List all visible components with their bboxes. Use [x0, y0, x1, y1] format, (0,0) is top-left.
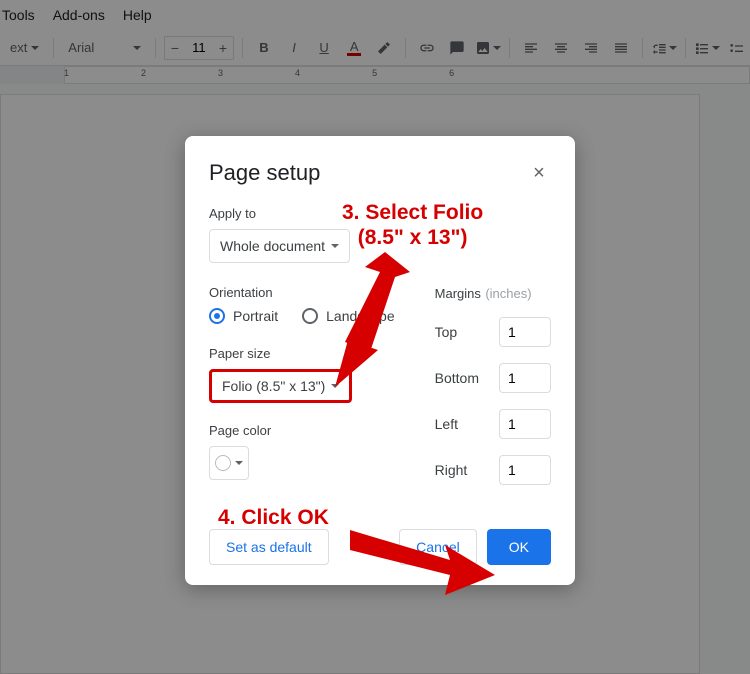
margin-bottom-label: Bottom	[435, 370, 479, 386]
paper-size-dropdown[interactable]: Folio (8.5" x 13")	[209, 369, 352, 403]
caret-icon	[331, 384, 339, 388]
margin-top-label: Top	[435, 324, 458, 340]
page-color-dropdown[interactable]	[209, 446, 249, 480]
ok-button[interactable]: OK	[487, 529, 551, 565]
portrait-radio[interactable]: Portrait	[209, 308, 278, 324]
orientation-label: Orientation	[209, 285, 395, 300]
paper-size-value: Folio (8.5" x 13")	[222, 378, 325, 394]
dialog-title: Page setup	[209, 160, 320, 186]
margin-left-input[interactable]	[499, 409, 551, 439]
radio-on-icon	[209, 308, 225, 324]
page-color-label: Page color	[209, 423, 395, 438]
margins-label: Margins	[435, 286, 481, 301]
margin-left-label: Left	[435, 416, 458, 432]
landscape-radio[interactable]: Landscape	[302, 308, 395, 324]
page-setup-dialog: Page setup × Apply to Whole document Ori…	[185, 136, 575, 585]
margin-bottom-input[interactable]	[499, 363, 551, 393]
margin-right-input[interactable]	[499, 455, 551, 485]
apply-to-dropdown[interactable]: Whole document	[209, 229, 350, 263]
portrait-label: Portrait	[233, 308, 278, 324]
cancel-button[interactable]: Cancel	[399, 529, 477, 565]
color-swatch-icon	[215, 455, 231, 471]
close-icon: ×	[533, 162, 545, 184]
margins-hint: (inches)	[485, 286, 531, 301]
apply-to-label: Apply to	[209, 206, 551, 221]
close-button[interactable]: ×	[527, 162, 551, 185]
landscape-label: Landscape	[326, 308, 395, 324]
apply-to-value: Whole document	[220, 238, 325, 254]
radio-off-icon	[302, 308, 318, 324]
margin-right-label: Right	[435, 462, 468, 478]
caret-icon	[331, 244, 339, 248]
caret-icon	[235, 461, 243, 465]
set-default-button[interactable]: Set as default	[209, 529, 329, 565]
margin-top-input[interactable]	[499, 317, 551, 347]
paper-size-label: Paper size	[209, 346, 395, 361]
